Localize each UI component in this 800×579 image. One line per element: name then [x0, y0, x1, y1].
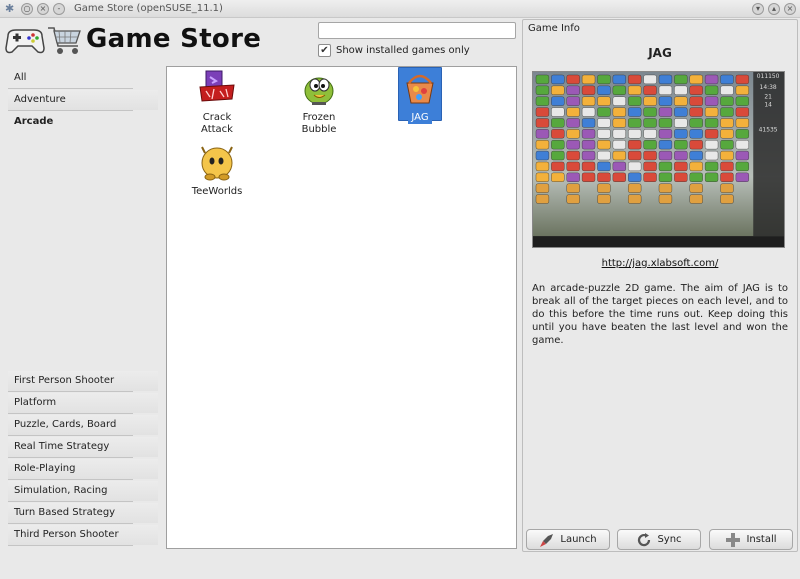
game-item-crack-attack[interactable]: Crack Attack — [177, 69, 257, 136]
game-item-jag[interactable]: JAG — [380, 67, 460, 124]
game-screenshot: 011150 14:38 21 14 41535 — [532, 71, 785, 248]
screenshot-hud-text: 41535 — [759, 126, 778, 133]
sidebar-item-label: Adventure — [14, 94, 66, 105]
sidebar-item-label: Real Time Strategy — [14, 441, 110, 452]
game-homepage-link[interactable]: http://jag.xlabsoft.com/ — [523, 258, 797, 269]
install-button[interactable]: Install — [709, 529, 793, 550]
game-name: JAG — [648, 46, 672, 60]
sidebar-item-label: All — [14, 72, 27, 83]
sidebar-item-label: Turn Based Strategy — [14, 507, 116, 518]
screenshot-hud-text: 14 — [764, 102, 772, 109]
install-button-label: Install — [746, 534, 777, 545]
sidebar-item-turn-based-strategy[interactable]: Turn Based Strategy — [8, 503, 159, 524]
game-info-panel: Game Info JAG 011150 14:38 21 14 41535 h… — [522, 19, 798, 552]
crack-attack-icon — [199, 70, 235, 102]
sidebar-item-label: Simulation, Racing — [14, 485, 108, 496]
screenshot-hud-text: 14:38 — [760, 84, 777, 91]
installed-only-label: Show installed games only — [336, 45, 470, 56]
installed-only-checkbox[interactable]: ✔ — [318, 44, 331, 57]
sync-button[interactable]: Sync — [617, 529, 701, 550]
sync-button-label: Sync — [657, 534, 682, 545]
app-menu-icon[interactable]: ✱ — [5, 2, 17, 15]
minimize-icon[interactable]: ‐ — [53, 2, 65, 15]
game-item-frozen-bubble[interactable]: Frozen Bubble — [279, 69, 359, 136]
sidebar-item-label: Role-Playing — [14, 463, 76, 474]
window-minimize-icon[interactable]: ▾ — [752, 3, 764, 15]
sticky-icon[interactable]: ○ — [21, 2, 33, 15]
game-label: Frozen Bubble — [301, 112, 337, 135]
sidebar-item-label: First Person Shooter — [14, 375, 115, 386]
sidebar-item-all[interactable]: All — [8, 68, 159, 89]
screenshot-hud-text: 21 — [764, 94, 772, 101]
window-close-icon[interactable]: × — [784, 3, 796, 15]
sidebar-item-platform[interactable]: Platform — [8, 393, 159, 414]
installed-only-toggle[interactable]: ✔ Show installed games only — [318, 44, 470, 57]
teeworlds-icon — [201, 146, 233, 181]
app-title: Game Store — [86, 24, 262, 54]
search-input[interactable] — [318, 22, 516, 39]
window-maximize-icon[interactable]: ▴ — [768, 3, 780, 15]
screenshot-hud-text: 011150 — [757, 73, 780, 80]
game-label: JAG — [408, 112, 432, 124]
sidebar-item-real-time-strategy[interactable]: Real Time Strategy — [8, 437, 159, 458]
rocket-icon — [540, 533, 554, 547]
sidebar-item-adventure[interactable]: Adventure — [8, 90, 159, 111]
refresh-icon — [638, 532, 651, 546]
close-icon[interactable]: × — [37, 2, 49, 15]
info-caption: Game Info — [528, 23, 580, 34]
category-sidebar: All Adventure Arcade First Person Shoote… — [0, 66, 160, 550]
game-item-teeworlds[interactable]: TeeWorlds — [177, 143, 257, 198]
window-titlebar: ✱ ○ × ‐ Game Store (openSUSE_11.1) ▾ ▴ × — [0, 0, 800, 18]
sidebar-item-puzzle-cards-board[interactable]: Puzzle, Cards, Board — [8, 415, 159, 436]
launch-button[interactable]: Launch — [526, 529, 610, 550]
window-title: Game Store (openSUSE_11.1) — [74, 3, 223, 14]
game-description: An arcade-puzzle 2D game. The aim of JAG… — [532, 283, 788, 346]
sidebar-item-third-person-shooter[interactable]: Third Person Shooter — [8, 525, 159, 546]
sidebar-item-label: Platform — [14, 397, 57, 408]
window-controls: ▾ ▴ × — [748, 3, 796, 15]
frozen-bubble-icon — [304, 77, 334, 105]
sidebar-item-simulation-racing[interactable]: Simulation, Racing — [8, 481, 159, 502]
sidebar-item-label: Third Person Shooter — [14, 529, 119, 540]
sidebar-item-role-playing[interactable]: Role-Playing — [8, 459, 159, 480]
selection-highlight: JAG — [398, 67, 442, 124]
sidebar-item-label: Arcade — [14, 116, 54, 127]
game-label: Crack Attack — [201, 112, 233, 135]
launch-button-label: Launch — [560, 534, 597, 545]
sidebar-item-label: Puzzle, Cards, Board — [14, 419, 117, 430]
sidebar-item-first-person-shooter[interactable]: First Person Shooter — [8, 371, 159, 392]
sidebar-item-arcade[interactable]: Arcade — [8, 112, 159, 134]
plus-icon — [726, 532, 741, 547]
game-label: TeeWorlds — [191, 186, 243, 197]
game-list: Crack Attack Frozen Bubble JAG TeeWorlds — [166, 66, 517, 549]
game-store-logo-icon — [5, 27, 81, 54]
jag-icon — [406, 74, 434, 104]
